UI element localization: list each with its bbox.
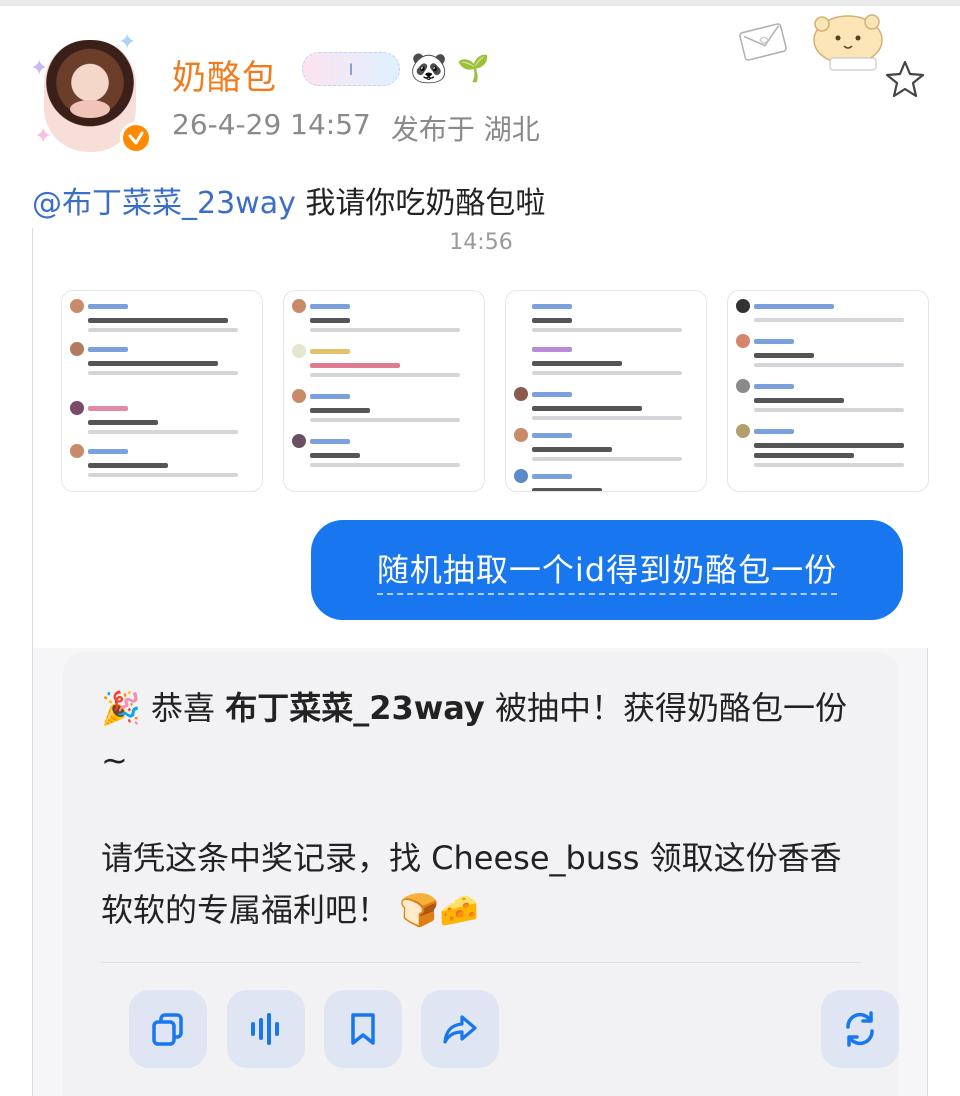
response-text: 🎉 恭喜 布丁菜菜_23way 被抽中！获得奶酪包一份~ 请凭这条中奖记录，找 … bbox=[101, 682, 871, 936]
user-message-text: 随机抽取一个id得到奶酪包一份 bbox=[376, 545, 838, 595]
bookmark-button[interactable] bbox=[324, 990, 402, 1068]
sprout-icon: 🌱 bbox=[457, 54, 490, 84]
bookmark-icon bbox=[351, 1013, 375, 1045]
copy-icon bbox=[152, 1013, 183, 1046]
refresh-icon bbox=[846, 1011, 874, 1047]
bear-badge-icon: I bbox=[302, 52, 400, 86]
favorite-star-button[interactable] bbox=[882, 56, 928, 102]
comment-thumbnails bbox=[61, 290, 929, 492]
user-message-bubble[interactable]: 随机抽取一个id得到奶酪包一份 bbox=[311, 520, 903, 620]
bread-icon: 🍞 bbox=[399, 891, 440, 929]
post-date: 26-4-29 14:57 bbox=[172, 108, 371, 141]
share-icon bbox=[443, 1015, 477, 1044]
cheese-icon: 🧀 bbox=[439, 891, 479, 929]
comment-thumbnail[interactable] bbox=[505, 290, 707, 492]
user-badges: I 🐼 🌱 bbox=[302, 50, 490, 88]
response-paragraph-2: 请凭这条中奖记录，找 Cheese_buss 领取这份香香软软的专属福利吧！ 🍞… bbox=[101, 832, 871, 936]
ai-response-card: 🎉 恭喜 布丁菜菜_23way 被抽中！获得奶酪包一份~ 请凭这条中奖记录，找 … bbox=[63, 652, 899, 1096]
avatar[interactable]: ✦ ✦ ✦ bbox=[30, 26, 152, 156]
copy-button[interactable] bbox=[129, 990, 207, 1068]
post-location: 发布于 湖北 bbox=[390, 113, 540, 146]
status-bar-strip bbox=[0, 0, 960, 6]
post-meta: 26-4-29 14:57 发布于 湖北 bbox=[172, 108, 540, 148]
chat-time: 14:56 bbox=[449, 230, 513, 255]
congrats-label: 恭喜 bbox=[151, 689, 226, 727]
voice-icon bbox=[251, 1013, 279, 1045]
winner-name: 布丁菜菜_23way bbox=[225, 689, 485, 727]
badge-label: I bbox=[348, 59, 354, 79]
envelope-bear-sticker-icon bbox=[739, 14, 883, 71]
regenerate-button[interactable] bbox=[821, 990, 899, 1068]
comment-thumbnail[interactable] bbox=[61, 290, 263, 492]
share-button[interactable] bbox=[421, 990, 499, 1068]
attached-screenshot[interactable]: 14:56 随机抽取一个id得到奶酪包一份 🎉 恭喜 布丁菜菜_23way 被抽… bbox=[32, 228, 929, 1096]
divider bbox=[101, 962, 861, 963]
voice-read-button[interactable] bbox=[227, 990, 305, 1068]
response-paragraph-1: 🎉 恭喜 布丁菜菜_23way 被抽中！获得奶酪包一份~ bbox=[101, 682, 871, 786]
username[interactable]: 奶酪包 bbox=[172, 50, 277, 99]
star-icon bbox=[885, 60, 925, 98]
post-text: 我请你吃奶酪包啦 bbox=[295, 186, 546, 221]
comment-thumbnail[interactable] bbox=[727, 290, 929, 492]
post-body: @布丁菜菜_23way 我请你吃奶酪包啦 bbox=[32, 178, 545, 222]
mention-link[interactable]: @布丁菜菜_23way bbox=[32, 186, 296, 221]
party-popper-icon: 🎉 bbox=[101, 689, 141, 727]
panda-icon: 🐼 bbox=[410, 51, 448, 86]
comment-thumbnail[interactable] bbox=[283, 290, 485, 492]
verified-badge-icon bbox=[120, 122, 152, 154]
